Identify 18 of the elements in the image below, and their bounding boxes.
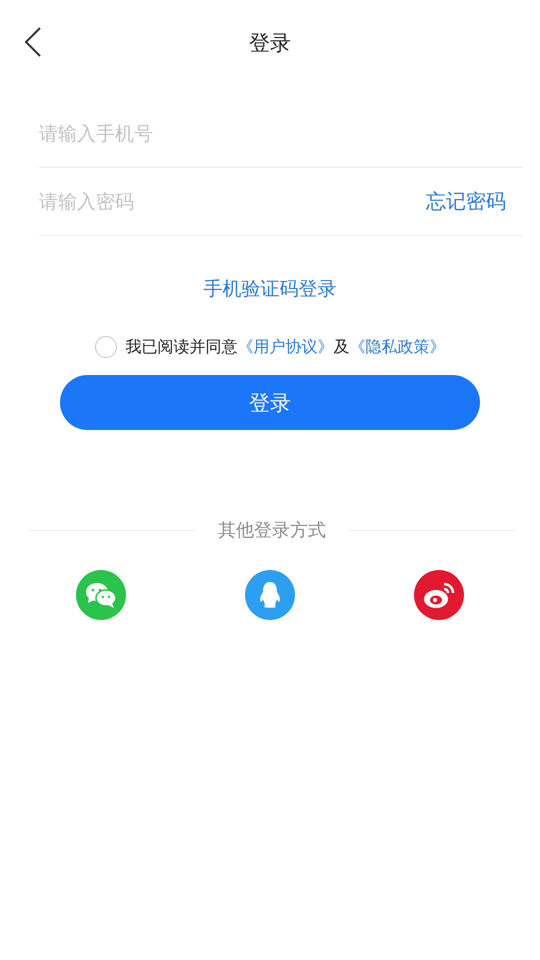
input-field[interactable]: 请输入手机号 (39, 114, 523, 154)
page-title: 登录 (249, 30, 291, 57)
agreement-checkbox[interactable] (94, 336, 116, 358)
social-login-button[interactable] (414, 570, 464, 620)
social-login-button[interactable] (245, 570, 295, 620)
forgot-password-link[interactable]: 忘记密码 (426, 188, 506, 215)
chat-bubbles-icon (85, 581, 117, 609)
login-button[interactable]: 登录 (60, 375, 480, 430)
other-login-label: 其他登录方式 (218, 519, 326, 542)
penguin-icon (259, 581, 281, 609)
sms-login-link[interactable]: 手机验证码登录 (204, 276, 336, 302)
input-field[interactable]: 请输入密码 (39, 182, 426, 222)
agreement-text: 我已阅读并同意《用户协议》及《隐私政策》 (126, 336, 446, 358)
policy-link[interactable]: 《隐私政策》 (350, 336, 446, 356)
back-icon (24, 27, 42, 57)
swirl-eye-icon (423, 581, 455, 609)
policy-link[interactable]: 《用户协议》 (238, 336, 334, 356)
social-login-button[interactable] (76, 570, 126, 620)
